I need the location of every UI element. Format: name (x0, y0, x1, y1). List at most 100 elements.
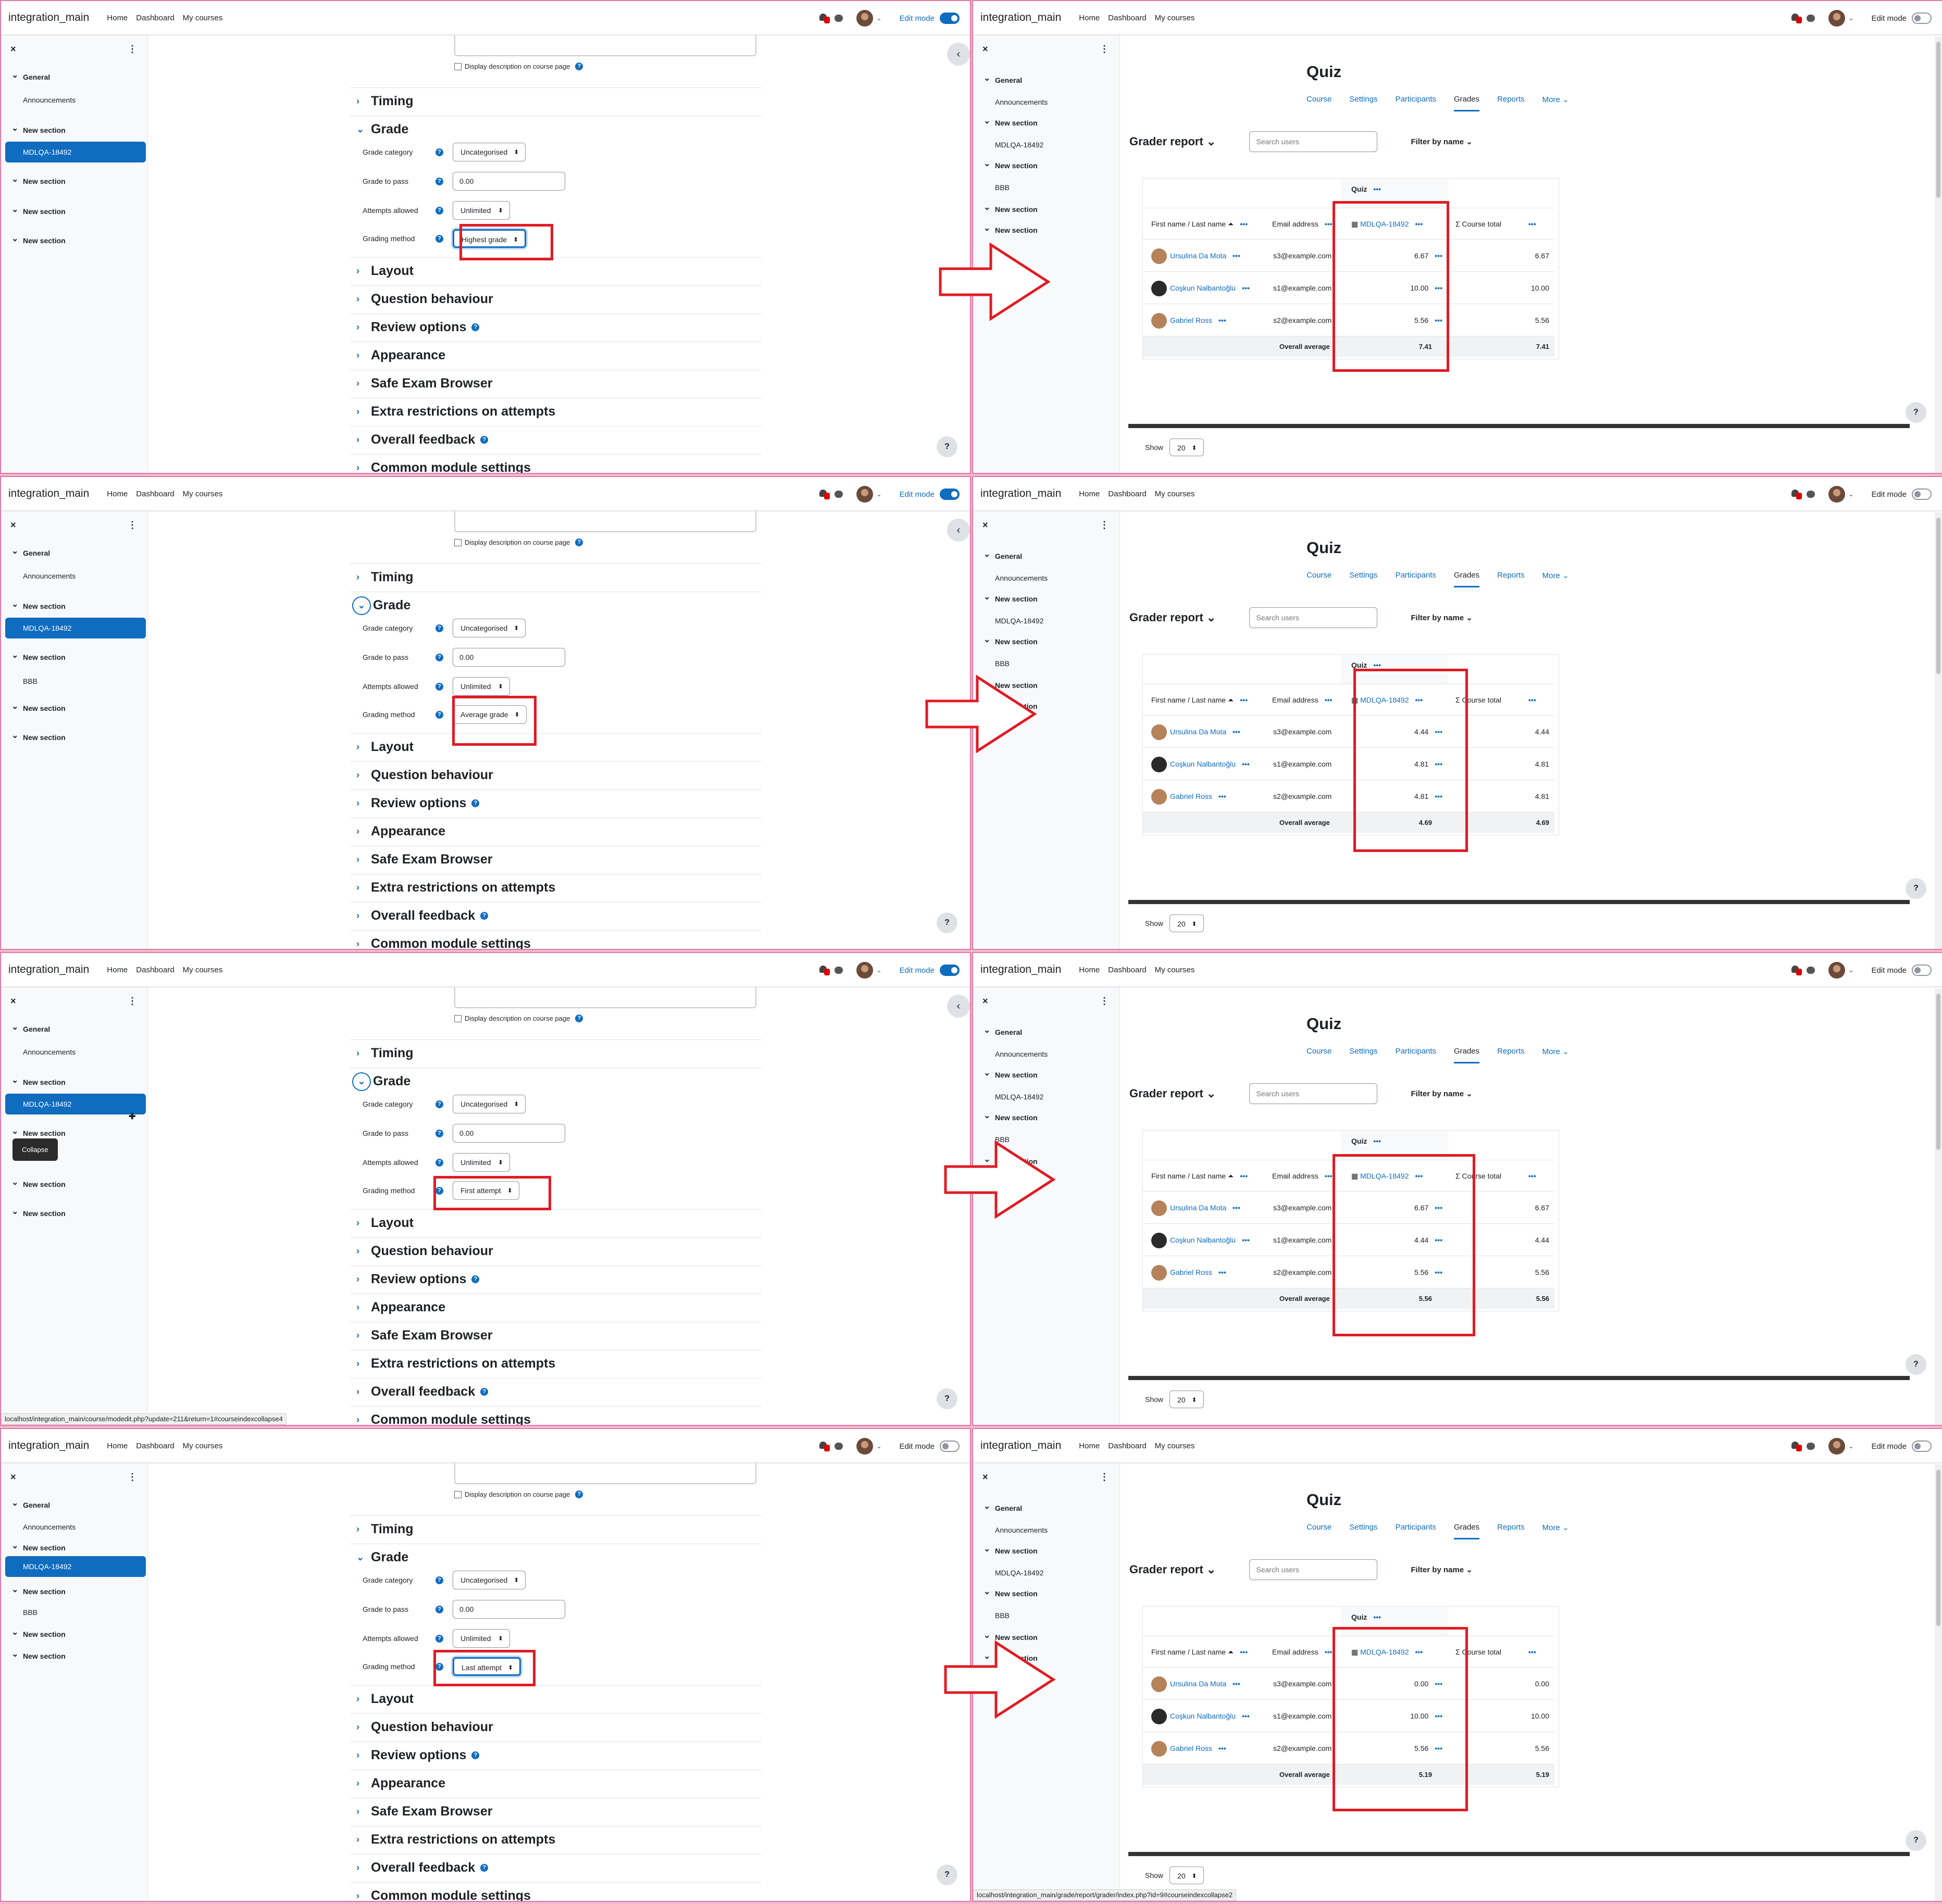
notification-bell-icon[interactable] (1790, 1440, 1802, 1452)
edit-mode-toggle[interactable] (940, 488, 960, 500)
name-column-header[interactable]: First name / Last name ⏶ ••• (1151, 1636, 1248, 1668)
grade-to-pass-input[interactable]: 0.00 (453, 172, 565, 191)
help-icon[interactable]: ? (435, 710, 443, 719)
course-index-announcements[interactable]: Announcements (973, 1526, 1120, 1534)
tab-course[interactable]: Course (1306, 1523, 1331, 1539)
site-name[interactable]: integration_main (8, 487, 89, 500)
vertical-scrollbar[interactable] (1935, 988, 1942, 1425)
help-icon[interactable]: ? (435, 1186, 443, 1195)
grader-report-selector[interactable]: Grader report ⌄ (1129, 1087, 1216, 1100)
nav-link-my-courses[interactable]: My courses (1155, 1442, 1195, 1450)
nav-link-dashboard[interactable]: Dashboard (136, 1442, 174, 1450)
course-index-section[interactable]: New section (1, 1540, 148, 1552)
course-index-section-general[interactable]: General (973, 73, 1120, 84)
chevron-right-icon[interactable]: › (356, 1694, 371, 1705)
close-drawer-icon[interactable]: × (10, 520, 16, 531)
filter-by-name-button[interactable]: Filter by name ⌄ (1411, 1089, 1472, 1098)
help-icon[interactable]: ? (575, 538, 583, 546)
course-index-bbb[interactable]: BBB (973, 183, 1120, 192)
horizontal-scrollbar[interactable] (1128, 1376, 1910, 1380)
course-index-announcements[interactable]: Announcements (973, 1050, 1120, 1058)
actions-menu-icon[interactable]: ••• (1240, 220, 1248, 228)
course-index-section[interactable]: New section (973, 592, 1120, 603)
tab-reports[interactable]: Reports (1497, 95, 1525, 111)
close-drawer-icon[interactable]: × (982, 1472, 988, 1483)
course-index-section[interactable]: New section (973, 116, 1120, 127)
section-header-grade[interactable]: ⌄ Grade (350, 1068, 762, 1095)
quiz-item-link[interactable]: MDLQA-18492 (1360, 1648, 1409, 1656)
help-icon[interactable]: ? (435, 148, 443, 156)
close-drawer-icon[interactable]: × (982, 996, 988, 1007)
course-index-section-general[interactable]: General (973, 1501, 1120, 1512)
help-button[interactable]: ? (1906, 1354, 1926, 1375)
chevron-right-icon[interactable]: › (356, 1890, 371, 1901)
notification-bell-icon[interactable] (818, 964, 830, 976)
horizontal-scrollbar[interactable] (1128, 1852, 1910, 1856)
tab-participants[interactable]: Participants (1396, 1047, 1436, 1063)
chevron-right-icon[interactable]: › (356, 770, 371, 781)
search-users-input[interactable]: Search users (1249, 1083, 1378, 1104)
actions-menu-icon[interactable]: ••• (1415, 1172, 1423, 1180)
name-column-header[interactable]: First name / Last name ⏶ ••• (1151, 684, 1248, 716)
actions-menu-icon[interactable]: ••• (1373, 661, 1381, 669)
help-icon[interactable]: ? (480, 436, 489, 444)
drawer-menu-icon[interactable]: ⋮ (128, 1472, 137, 1483)
actions-menu-icon[interactable]: ••• (1373, 1613, 1381, 1621)
chevron-down-icon[interactable]: ⌄ (352, 596, 371, 615)
display-description-checkbox[interactable] (454, 1490, 462, 1498)
actions-menu-icon[interactable]: ••• (1242, 284, 1250, 292)
tab-course[interactable]: Course (1306, 571, 1331, 587)
course-index-announcements[interactable]: Announcements (1, 96, 148, 104)
section-header-question-behaviour[interactable]: › Question behaviour (350, 1237, 762, 1264)
chevron-right-icon[interactable]: › (356, 96, 371, 107)
section-header-timing[interactable]: › Timing (350, 1039, 762, 1067)
grader-report-selector[interactable]: Grader report ⌄ (1129, 611, 1216, 624)
scrollbar-thumb[interactable] (1936, 1470, 1940, 1626)
help-icon[interactable]: ? (480, 1864, 489, 1872)
section-header-layout[interactable]: › Layout (350, 1209, 762, 1236)
course-index-section[interactable]: New section (973, 1544, 1120, 1555)
student-name-link[interactable]: Gabriel Ross (1170, 316, 1212, 324)
section-header-overall-feedback[interactable]: › Overall feedback? (350, 426, 762, 453)
course-index-section[interactable]: New section (973, 223, 1120, 234)
nav-link-home[interactable]: Home (1079, 1442, 1100, 1450)
chevron-right-icon[interactable]: › (356, 910, 371, 921)
section-header-review-options[interactable]: › Review options? (350, 314, 762, 341)
chevron-right-icon[interactable]: › (356, 1750, 371, 1761)
name-column-header[interactable]: First name / Last name ⏶ ••• (1151, 1160, 1248, 1192)
display-description-checkbox[interactable] (454, 1014, 462, 1022)
chevron-right-icon[interactable]: › (356, 1048, 371, 1059)
help-button[interactable]: ? (1906, 402, 1926, 423)
actions-menu-icon[interactable]: ••• (1218, 792, 1226, 800)
tab-grades[interactable]: Grades (1453, 571, 1480, 587)
tab-reports[interactable]: Reports (1497, 1047, 1525, 1063)
course-total-column-header[interactable]: Σ Course total ••• (1455, 684, 1536, 716)
help-icon[interactable]: ? (435, 653, 443, 661)
actions-menu-icon[interactable]: ••• (1435, 316, 1442, 324)
chevron-right-icon[interactable]: › (356, 1386, 371, 1397)
course-index-section[interactable]: New section (1, 650, 148, 661)
actions-menu-icon[interactable]: ••• (1240, 696, 1248, 704)
site-name[interactable]: integration_main (980, 11, 1061, 24)
chevron-right-icon[interactable]: › (356, 854, 371, 865)
course-index-section[interactable]: New section (1, 123, 148, 134)
section-header-extra-restrictions-on-attempts[interactable]: › Extra restrictions on attempts (350, 398, 762, 425)
grader-report-selector[interactable]: Grader report ⌄ (1129, 1563, 1216, 1576)
collapse-drawer-icon[interactable]: ‹ (947, 43, 970, 66)
collapse-drawer-icon[interactable]: ‹ (947, 519, 970, 542)
chevron-right-icon[interactable]: › (356, 1218, 371, 1229)
help-icon[interactable]: ? (435, 1634, 443, 1643)
nav-link-dashboard[interactable]: Dashboard (1108, 1442, 1146, 1450)
help-icon[interactable]: ? (575, 62, 583, 70)
course-index-announcements[interactable]: Announcements (1, 572, 148, 580)
section-header-extra-restrictions-on-attempts[interactable]: › Extra restrictions on attempts (350, 1826, 762, 1853)
nav-link-dashboard[interactable]: Dashboard (136, 14, 174, 22)
course-index-quiz-active[interactable]: MDLQA-18492 (5, 1094, 146, 1114)
actions-menu-icon[interactable]: ••• (1435, 728, 1442, 736)
tab-more[interactable]: More ⌄ (1542, 1523, 1569, 1539)
chevron-right-icon[interactable]: › (356, 1862, 371, 1873)
course-index-bbb[interactable]: BBB (1, 1608, 148, 1617)
per-page-select[interactable]: 20 (1169, 439, 1204, 457)
tab-settings[interactable]: Settings (1349, 95, 1377, 111)
chevron-down-icon[interactable]: ⌄ (1848, 491, 1853, 498)
